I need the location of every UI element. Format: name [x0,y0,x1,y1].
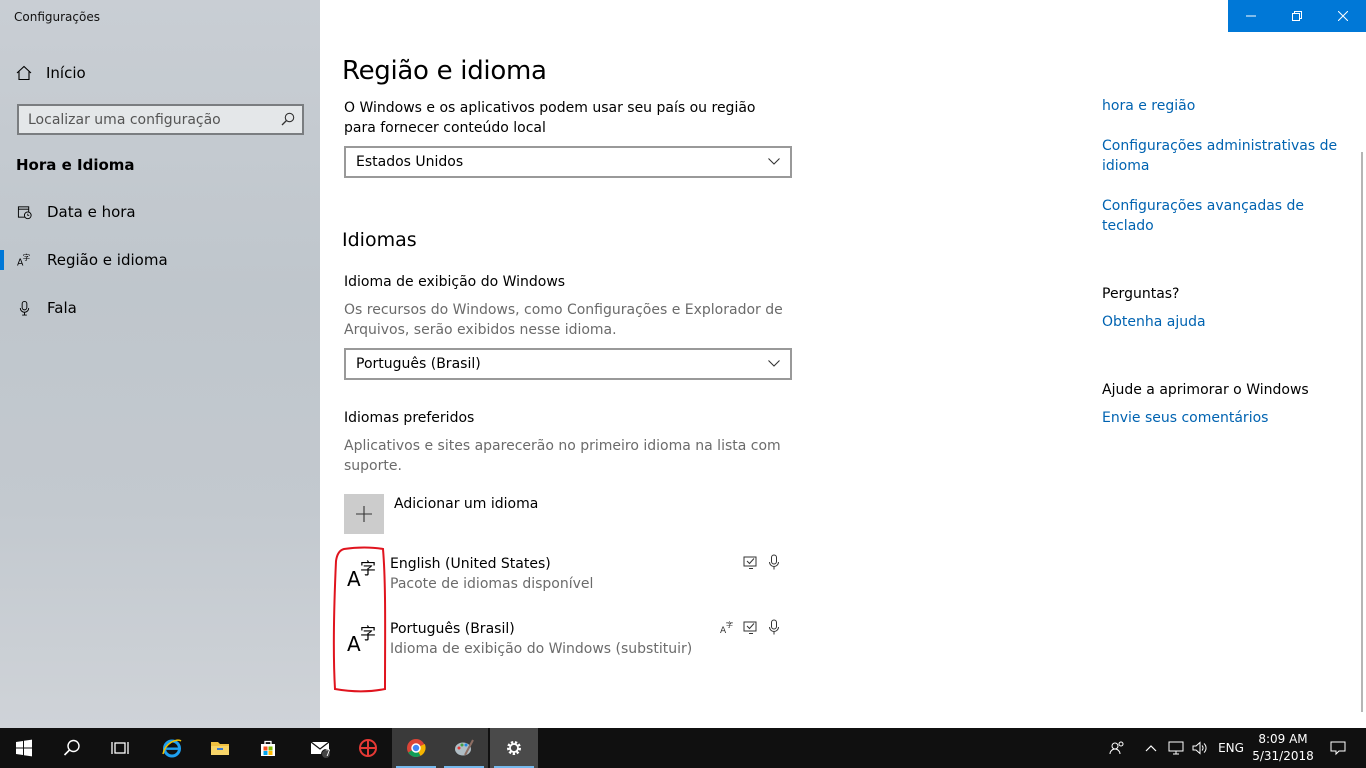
network-button[interactable] [1166,728,1186,768]
mail-badge: 7 [325,749,331,759]
sidebar: Configurações Início Localizar uma confi… [0,0,320,728]
language-status-english: Pacote de idiomas disponível [390,576,594,592]
sidebar-item-label: Região e idioma [47,251,168,269]
action-center-button[interactable] [1318,728,1358,768]
chrome-icon [407,739,426,758]
add-language-label[interactable]: Adicionar um idioma [394,494,538,514]
text-to-speech-icon [743,621,757,634]
search-placeholder: Localizar uma configuração [28,111,221,128]
clock-date: 5/31/2018 [1252,749,1314,763]
section-title: Hora e Idioma [16,156,135,174]
search-input[interactable]: Localizar uma configuração [17,104,304,135]
start-button[interactable] [0,728,48,768]
internet-explorer-icon [162,739,182,758]
microphone-icon [769,619,779,635]
text-to-speech-icon [743,556,757,569]
improve-windows-label: Ajude a aprimorar o Windows [1102,382,1309,398]
preferred-languages-description: Aplicativos e sites aparecerão no primei… [344,438,781,474]
gear-icon [507,741,521,755]
plus-icon [356,506,372,522]
store-icon [261,740,275,756]
taskbar-mail[interactable]: 7 [296,728,344,768]
microphone-icon [19,300,30,316]
search-button[interactable] [48,728,96,768]
taskbar-paint[interactable] [440,728,488,768]
people-icon [1109,741,1124,755]
clock-time: 8:09 AM [1258,732,1308,746]
speaker-icon [1192,741,1207,755]
add-language-button[interactable] [344,494,384,534]
search-icon [63,739,80,756]
region-value: Estados Unidos [356,154,464,170]
calendar-clock-icon [17,206,32,220]
page-title: Região e idioma [342,56,547,86]
volume-button[interactable] [1190,728,1210,768]
nav-home-label: Início [46,64,86,82]
folder-icon [211,742,229,755]
paint-icon [455,739,474,756]
task-view-button[interactable] [96,728,144,768]
main-content: Região e idioma O Windows e os aplicativ… [320,0,1366,728]
network-icon [1168,741,1184,755]
taskbar-settings[interactable] [490,728,538,768]
notification-icon [1330,741,1346,756]
scrollbar[interactable] [1361,152,1363,712]
svg-text:字: 字 [23,252,31,262]
task-view-icon [111,742,129,754]
language-icon: A字 [17,252,31,268]
svg-text:字: 字 [726,620,733,629]
input-language-button[interactable]: ENG [1214,728,1248,768]
taskbar-app-red[interactable] [344,728,392,768]
language-status-portuguese: Idioma de exibição do Windows (substitui… [390,641,693,657]
microphone-icon [769,554,779,570]
chevron-up-icon [1145,745,1157,752]
show-hidden-icons-button[interactable] [1142,728,1160,768]
display-language-description: Os recursos do Windows, como Configuraçõ… [344,302,783,338]
taskbar-store[interactable] [244,728,292,768]
language-name-portuguese[interactable]: Português (Brasil) [390,619,515,639]
questions-label: Perguntas? [1102,286,1180,302]
link-date-region[interactable]: hora e região [1102,96,1195,116]
display-language-icon: A字 [720,620,733,635]
home-icon [16,65,32,81]
get-help-link[interactable]: Obtenha ajuda [1102,312,1206,332]
sidebar-item-date-time[interactable]: Data e hora [0,192,320,232]
region-dropdown[interactable]: Estados Unidos [344,146,792,178]
clock[interactable]: 8:09 AM 5/31/2018 [1248,731,1318,765]
nav-home[interactable]: Início [16,62,86,84]
windows-logo-icon [16,739,32,757]
sidebar-item-region-language[interactable]: A字 Região e idioma [0,240,320,280]
search-icon[interactable] [281,112,295,126]
antivirus-icon [359,739,377,757]
link-admin-language-settings[interactable]: Configurações administrativas de idioma [1102,136,1342,176]
people-button[interactable] [1104,728,1130,768]
languages-heading: Idiomas [342,229,417,251]
red-annotation-outline [332,546,387,693]
preferred-languages-label: Idiomas preferidos [344,410,475,426]
sidebar-item-label: Fala [47,299,77,317]
taskbar-chrome[interactable] [392,728,440,768]
taskbar: 7 ENG 8:09 AM 5/31/2018 [0,728,1366,768]
display-language-dropdown[interactable]: Português (Brasil) [344,348,792,380]
sidebar-item-speech[interactable]: Fala [0,288,320,328]
send-feedback-link[interactable]: Envie seus comentários [1102,408,1268,428]
link-advanced-keyboard-settings[interactable]: Configurações avançadas de teclado [1102,196,1342,236]
sidebar-item-label: Data e hora [47,203,136,221]
region-description: O Windows e os aplicativos podem usar se… [344,100,756,136]
chevron-down-icon [768,360,780,367]
taskbar-edge[interactable] [148,728,196,768]
app-title: Configurações [14,10,100,24]
display-language-value: Português (Brasil) [356,356,481,372]
chevron-down-icon [768,158,780,165]
language-name-english[interactable]: English (United States) [390,554,551,574]
display-language-label: Idioma de exibição do Windows [344,274,566,290]
taskbar-file-explorer[interactable] [196,728,244,768]
